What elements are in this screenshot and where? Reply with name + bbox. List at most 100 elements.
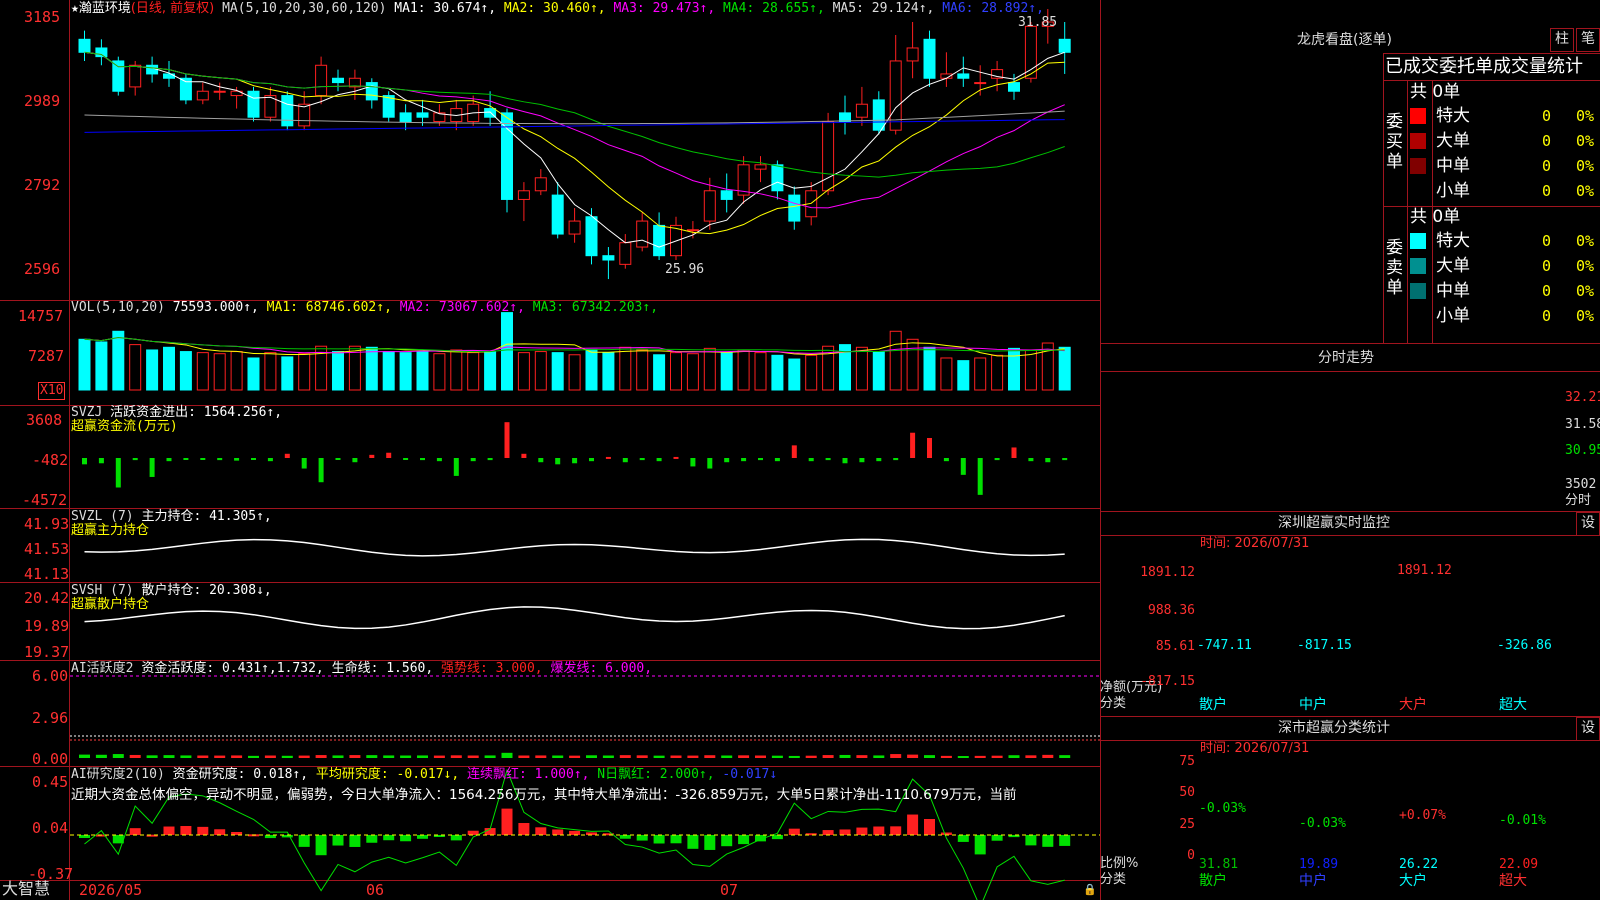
ai1-bar <box>586 755 597 758</box>
ts-tick: 3502 <box>1565 477 1597 492</box>
right-divider <box>1100 535 1600 536</box>
vol-ma1: MA1: 68746.602↑, <box>266 300 392 315</box>
volume-bar <box>686 353 699 391</box>
volume-bar <box>399 352 412 391</box>
svzl-tick: 41.93 <box>24 515 70 533</box>
sell-row-value: 0 <box>1542 307 1552 325</box>
candle-body <box>872 99 885 131</box>
candle-body <box>974 82 987 85</box>
flow-bar <box>436 458 442 462</box>
volume-bar <box>298 353 311 391</box>
ai2-bar <box>974 835 986 855</box>
flow-bar <box>149 458 155 477</box>
ma5-value: MA5: 29.124↑, <box>832 1 935 16</box>
flow-bar <box>572 458 578 464</box>
svzl-tick: 41.13 <box>24 565 70 583</box>
ts-unit: 分时 <box>1565 493 1592 508</box>
svsh-subtitle: 超赢散户持仓 <box>71 597 150 612</box>
monitor-settings-button[interactable]: 设 <box>1576 512 1600 536</box>
monitor-cat: 超大 <box>1499 697 1527 713</box>
volume-bar <box>534 351 547 391</box>
volume-bar <box>788 358 801 391</box>
svsh-title: 散户持仓: 20.308↓, <box>141 583 272 598</box>
svzj-tick: -4572 <box>22 491 68 509</box>
ai1-bar <box>924 755 935 758</box>
flow-bar <box>420 458 425 461</box>
right-divider <box>1383 53 1600 54</box>
ai2-title: 资金研究度: 0.018↑, <box>172 767 309 782</box>
stat-change: -0.01% <box>1499 813 1546 829</box>
vol-tick: 7287 <box>28 347 65 365</box>
flow-bar <box>741 458 747 462</box>
flow-bar <box>386 452 392 458</box>
volume-bar <box>771 354 784 391</box>
candle-body <box>281 95 294 127</box>
stat-tick: 0 <box>1187 848 1195 863</box>
ai2-summary-text: 近期大资金总体偏空，异动不明显，偏弱势，今日大单净流入：1564.256万元，其… <box>71 787 1017 803</box>
ma-label: MA(5,10,20,30,60,120) <box>222 1 387 16</box>
ai2-bar <box>788 828 800 835</box>
sell-row-pct: 0% <box>1576 232 1595 250</box>
svsh-tick: 19.89 <box>24 617 70 635</box>
flow-bar <box>943 458 949 462</box>
buy-row-swatch <box>1410 108 1426 124</box>
volume-bar <box>450 349 463 391</box>
ai2-bar <box>1025 835 1037 846</box>
price-tick: 2792 <box>24 176 61 194</box>
ai1-bar <box>248 755 259 758</box>
vol-unit: X10 <box>38 382 66 400</box>
lhb-title: 龙虎看盘(逐单) <box>1297 32 1392 48</box>
volume-bar <box>889 330 902 391</box>
ai1-bar <box>467 755 479 758</box>
brand-label[interactable]: 大智慧 <box>2 881 50 897</box>
vol-tick: 14757 <box>18 307 64 325</box>
candle-body <box>619 242 632 265</box>
pen-mode-button[interactable]: 笔 <box>1576 28 1600 52</box>
stat-settings-button[interactable]: 设 <box>1576 717 1600 741</box>
flow-bar <box>994 458 1000 461</box>
ai1-bar <box>687 755 699 758</box>
main-right-border <box>1100 0 1101 900</box>
ai2-bar <box>163 826 175 835</box>
candle-body <box>754 164 767 170</box>
main-chart-svg[interactable] <box>0 0 1100 900</box>
flow-bar <box>318 458 324 483</box>
svzj-title: 活跃资金进出: 1564.256↑, <box>110 405 283 420</box>
lock-icon: 🔒 <box>1083 883 1097 896</box>
stat-change: -0.03% <box>1299 816 1346 832</box>
ai2-bar <box>298 835 310 847</box>
ai2-bar <box>552 829 564 835</box>
flow-bar <box>453 458 459 476</box>
ai2-bar <box>907 814 919 835</box>
ai1-bar <box>417 755 428 758</box>
flow-bar <box>859 458 865 463</box>
svzj-tick: 3608 <box>26 411 63 429</box>
volume-bar <box>636 349 649 391</box>
flow-bar <box>200 458 206 460</box>
svzl-line <box>84 538 1065 557</box>
volume-bar <box>146 349 159 391</box>
stat-value: 26.22 <box>1399 857 1439 872</box>
candle-body <box>196 90 209 101</box>
star-icon[interactable]: ★ <box>71 1 79 16</box>
chart-mode[interactable]: (日线, 前复权) <box>131 1 214 16</box>
ai2-bar <box>856 827 868 835</box>
sell-row-swatch <box>1410 308 1426 324</box>
bar-mode-button[interactable]: 柱 <box>1550 28 1574 52</box>
candle-body <box>906 47 919 62</box>
flow-bar <box>234 458 240 461</box>
ai1-bar <box>180 755 192 758</box>
ts-tick: 30.95 <box>1565 443 1600 458</box>
candle-body <box>1058 38 1071 53</box>
ai1-bar <box>569 755 581 758</box>
volume-bar <box>129 344 142 391</box>
monitor-bar-label: -326.86 <box>1497 638 1552 653</box>
ai2-bar <box>400 835 412 842</box>
stat-cat: 散户 <box>1199 873 1227 889</box>
svsh-tick: 19.37 <box>24 643 70 661</box>
candle-body <box>315 64 328 97</box>
flow-bar <box>1062 458 1068 461</box>
volume-bar <box>196 352 209 391</box>
sell-row-pct: 0% <box>1576 282 1595 300</box>
ai2-bar <box>450 835 462 841</box>
